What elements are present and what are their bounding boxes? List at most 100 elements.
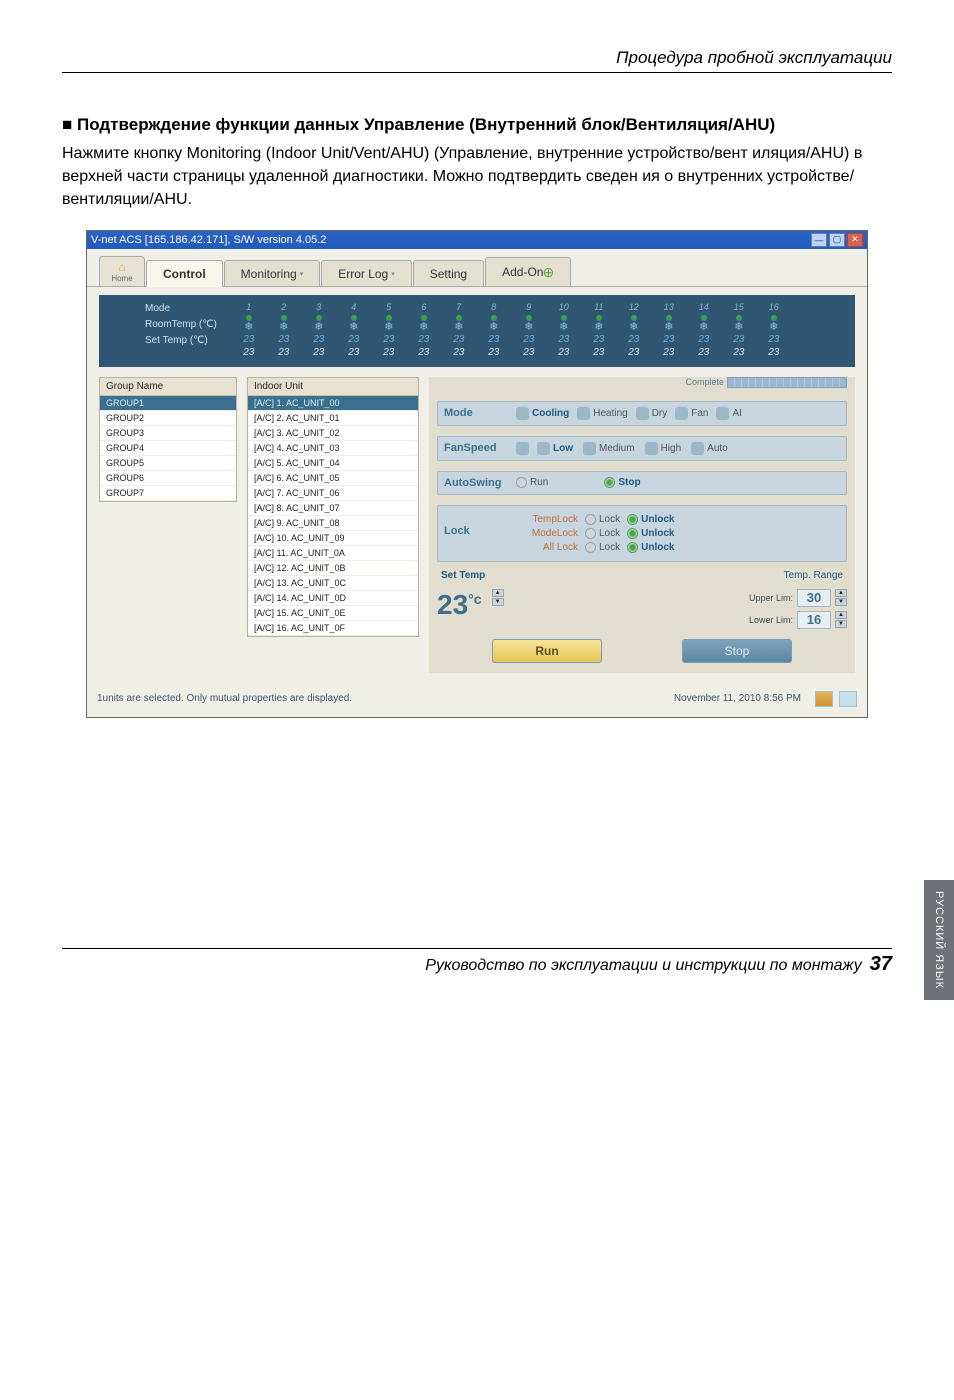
- tab-monitoring[interactable]: Monitoring▾: [224, 260, 321, 286]
- status-col[interactable]: 16❄2323: [760, 301, 788, 359]
- fanspeed-group: FanSpeed LowMediumHighAuto: [437, 436, 847, 461]
- unit-item[interactable]: [A/C] 5. AC_UNIT_04: [248, 456, 418, 471]
- unit-list-header: Indoor Unit: [248, 378, 418, 396]
- stop-button[interactable]: Stop: [682, 639, 792, 663]
- unlock-option[interactable]: Unlock: [627, 514, 674, 525]
- mode-label: Mode: [145, 301, 217, 317]
- footer-caption: Руководство по эксплуатации и инструкции…: [425, 957, 861, 975]
- settemp-label: Set Temp: [441, 570, 485, 581]
- lock-row: ModeLockLockUnlock: [516, 528, 840, 539]
- mode-option[interactable]: AI: [716, 407, 741, 420]
- roomtemp-label: RoomTemp (℃): [145, 317, 217, 333]
- fanspeed-option[interactable]: Low: [537, 442, 573, 455]
- autoswing-group: AutoSwing Run Stop: [437, 471, 847, 495]
- home-icon: ⌂: [118, 260, 125, 274]
- mode-option[interactable]: Fan: [675, 407, 708, 420]
- status-col[interactable]: 4❄2323: [340, 301, 368, 359]
- mode-option[interactable]: Dry: [636, 407, 668, 420]
- group-item[interactable]: GROUP4: [100, 441, 236, 456]
- fanspeed-option[interactable]: High: [645, 442, 682, 455]
- unlock-option[interactable]: Unlock: [627, 528, 674, 539]
- group-item[interactable]: GROUP5: [100, 456, 236, 471]
- language-tab: РУССКИЙ ЯЗЫК: [924, 880, 954, 1000]
- tab-setting[interactable]: Setting: [413, 260, 484, 286]
- fanspeed-wave-icon: [516, 442, 529, 455]
- unit-item[interactable]: [A/C] 9. AC_UNIT_08: [248, 516, 418, 531]
- status-col[interactable]: 1❄2323: [235, 301, 263, 359]
- control-panel: Complete Mode CoolingHeatingDryFanAI Fan…: [429, 377, 855, 673]
- unit-item[interactable]: [A/C] 14. AC_UNIT_0D: [248, 591, 418, 606]
- group-item[interactable]: GROUP2: [100, 411, 236, 426]
- status-strip: Mode RoomTemp (℃) Set Temp (℃) 1❄23232❄2…: [99, 295, 855, 367]
- lock-option[interactable]: Lock: [585, 514, 620, 525]
- progress-bar: [727, 377, 847, 388]
- status-col[interactable]: 9❄2323: [515, 301, 543, 359]
- lock-option[interactable]: Lock: [585, 542, 620, 553]
- status-col[interactable]: 13❄2323: [655, 301, 683, 359]
- fanspeed-option[interactable]: Medium: [583, 442, 635, 455]
- close-button[interactable]: ✕: [847, 233, 863, 247]
- alert-icon[interactable]: [815, 691, 833, 707]
- datetime: November 11, 2010 8:56 PM: [674, 693, 801, 704]
- titlebar: V-net ACS [165.186.42.171], S/W version …: [87, 231, 867, 249]
- status-col[interactable]: 8❄2323: [480, 301, 508, 359]
- unit-item[interactable]: [A/C] 13. AC_UNIT_0C: [248, 576, 418, 591]
- set-temp-value: 23°c: [437, 589, 482, 621]
- tab-control[interactable]: Control: [146, 260, 223, 287]
- mode-group: Mode CoolingHeatingDryFanAI: [437, 401, 847, 426]
- monitor-icon[interactable]: [839, 691, 857, 707]
- status-col[interactable]: 15❄2323: [725, 301, 753, 359]
- unit-item[interactable]: [A/C] 16. AC_UNIT_0F: [248, 621, 418, 636]
- minimize-button[interactable]: —: [811, 233, 827, 247]
- status-col[interactable]: 10❄2323: [550, 301, 578, 359]
- unit-item[interactable]: [A/C] 2. AC_UNIT_01: [248, 411, 418, 426]
- unit-item[interactable]: [A/C] 15. AC_UNIT_0E: [248, 606, 418, 621]
- upper-limit-stepper[interactable]: ▲▼: [835, 589, 847, 606]
- run-button[interactable]: Run: [492, 639, 602, 663]
- autoswing-stop[interactable]: Stop: [604, 477, 640, 488]
- running-header: Процедура пробной эксплуатации: [62, 48, 892, 68]
- settemp-stepper[interactable]: ▲▼: [492, 589, 504, 606]
- status-col[interactable]: 5❄2323: [375, 301, 403, 359]
- lock-row: TempLockLockUnlock: [516, 514, 840, 525]
- unit-item[interactable]: [A/C] 4. AC_UNIT_03: [248, 441, 418, 456]
- lower-limit-stepper[interactable]: ▲▼: [835, 611, 847, 628]
- unit-item[interactable]: [A/C] 10. AC_UNIT_09: [248, 531, 418, 546]
- status-col[interactable]: 7❄2323: [445, 301, 473, 359]
- status-col[interactable]: 6❄2323: [410, 301, 438, 359]
- page-number: 37: [870, 953, 892, 976]
- lock-row: All LockLockUnlock: [516, 542, 840, 553]
- lock-option[interactable]: Lock: [585, 528, 620, 539]
- lower-limit-value: 16: [797, 611, 831, 629]
- status-col[interactable]: 11❄2323: [585, 301, 613, 359]
- autoswing-run[interactable]: Run: [516, 477, 548, 488]
- maximize-button[interactable]: ▢: [829, 233, 845, 247]
- mode-option[interactable]: Cooling: [516, 407, 569, 420]
- settemp-label: Set Temp (℃): [145, 333, 217, 349]
- status-col[interactable]: 3❄2323: [305, 301, 333, 359]
- tab-errorlog[interactable]: Error Log▾: [321, 260, 412, 286]
- unlock-option[interactable]: Unlock: [627, 542, 674, 553]
- unit-item[interactable]: [A/C] 8. AC_UNIT_07: [248, 501, 418, 516]
- tab-addon[interactable]: Add-On⊕: [485, 257, 571, 286]
- group-item[interactable]: GROUP1: [100, 396, 236, 411]
- unit-item[interactable]: [A/C] 1. AC_UNIT_00: [248, 396, 418, 411]
- group-item[interactable]: GROUP7: [100, 486, 236, 501]
- status-col[interactable]: 12❄2323: [620, 301, 648, 359]
- unit-list: Indoor Unit [A/C] 1. AC_UNIT_00[A/C] 2. …: [247, 377, 419, 637]
- mode-option[interactable]: Heating: [577, 407, 627, 420]
- fanspeed-option[interactable]: Auto: [691, 442, 728, 455]
- unit-item[interactable]: [A/C] 12. AC_UNIT_0B: [248, 561, 418, 576]
- unit-item[interactable]: [A/C] 6. AC_UNIT_05: [248, 471, 418, 486]
- unit-item[interactable]: [A/C] 3. AC_UNIT_02: [248, 426, 418, 441]
- group-item[interactable]: GROUP3: [100, 426, 236, 441]
- group-item[interactable]: GROUP6: [100, 471, 236, 486]
- tab-home[interactable]: ⌂ Home: [99, 256, 145, 286]
- group-list-header: Group Name: [100, 378, 236, 396]
- status-col[interactable]: 2❄2323: [270, 301, 298, 359]
- chevron-down-icon: ▾: [391, 270, 395, 278]
- complete-label: Complete: [685, 377, 724, 387]
- unit-item[interactable]: [A/C] 7. AC_UNIT_06: [248, 486, 418, 501]
- status-col[interactable]: 14❄2323: [690, 301, 718, 359]
- unit-item[interactable]: [A/C] 11. AC_UNIT_0A: [248, 546, 418, 561]
